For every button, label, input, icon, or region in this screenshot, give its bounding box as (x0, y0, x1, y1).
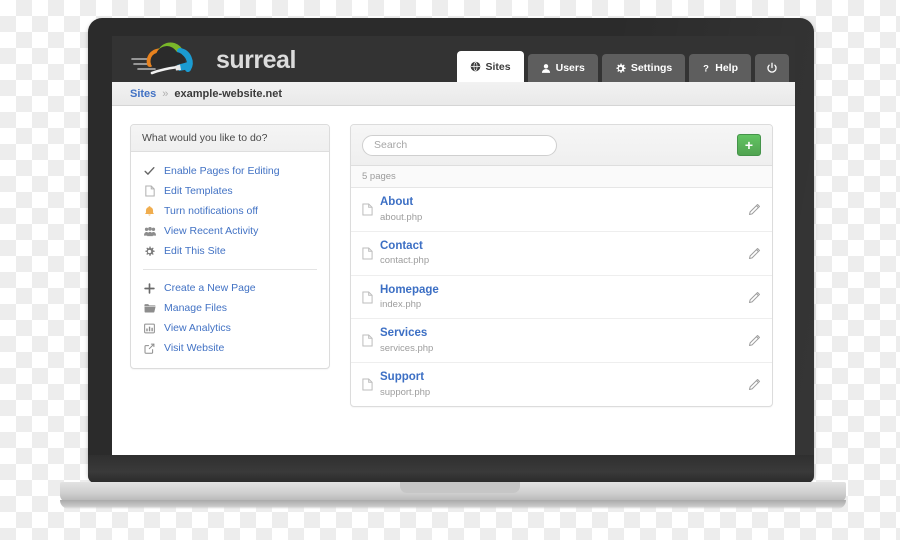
action-label: Edit Templates (164, 185, 233, 197)
globe-icon (470, 61, 481, 72)
users-group-icon (143, 226, 156, 237)
pages-count-label: 5 pages (351, 166, 772, 188)
action-edit-this-site[interactable]: Edit This Site (131, 241, 329, 261)
tab-users-label: Users (555, 62, 585, 74)
svg-text:?: ? (703, 63, 709, 74)
action-manage-files[interactable]: Manage Files (131, 298, 329, 318)
power-icon (766, 62, 778, 74)
page-info: Support support.php (380, 370, 745, 399)
laptop-base-shadow (60, 500, 846, 509)
page-title[interactable]: Services (380, 327, 427, 339)
page-title[interactable]: Homepage (380, 284, 439, 296)
page-filename: index.php (380, 299, 422, 311)
action-label: Turn notifications off (164, 205, 258, 217)
primary-nav-tabs: Sites Users Settings ? Help (456, 51, 789, 82)
question-mark-icon: ? (702, 63, 710, 74)
file-icon (362, 334, 380, 347)
actions-divider (143, 269, 317, 270)
page-title[interactable]: Contact (380, 240, 423, 252)
action-label: View Recent Activity (164, 225, 259, 237)
tab-settings-label: Settings (630, 62, 673, 74)
action-label: View Analytics (164, 322, 231, 334)
action-visit-website[interactable]: Visit Website (131, 338, 329, 358)
check-icon (143, 166, 156, 176)
table-row[interactable]: Services services.php (351, 319, 772, 364)
action-label: Create a New Page (164, 282, 256, 294)
file-icon (362, 291, 380, 304)
tab-help-label: Help (715, 62, 738, 74)
browser-screen: surreal Sites Users Settings ? Help Site… (112, 36, 795, 460)
page-filename: services.php (380, 342, 434, 354)
actions-card: What would you like to do? Enable Pages … (130, 124, 330, 369)
pages-panel: + 5 pages About about.php (350, 124, 773, 408)
page-info: Contact contact.php (380, 239, 745, 268)
action-label: Enable Pages for Editing (164, 165, 280, 177)
gear-icon (615, 63, 626, 74)
laptop-hinge (88, 455, 814, 483)
folder-icon (143, 303, 156, 313)
actions-card-heading: What would you like to do? (131, 125, 329, 152)
action-view-recent-activity[interactable]: View Recent Activity (131, 221, 329, 241)
page-title[interactable]: About (380, 196, 413, 208)
file-icon (362, 378, 380, 391)
page-body: What would you like to do? Enable Pages … (112, 106, 795, 460)
pencil-icon[interactable] (745, 247, 761, 260)
plus-icon: + (744, 137, 754, 153)
pages-panel-toolbar: + (351, 125, 772, 166)
action-edit-templates[interactable]: Edit Templates (131, 181, 329, 201)
add-page-button[interactable]: + (737, 134, 761, 156)
search-input[interactable] (362, 134, 557, 156)
table-row[interactable]: Homepage index.php (351, 276, 772, 320)
laptop-mockup: surreal Sites Users Settings ? Help Site… (0, 0, 900, 540)
plus-icon (143, 282, 156, 294)
chart-icon (143, 323, 156, 334)
tab-sites-label: Sites (485, 60, 511, 73)
brand-logo[interactable]: surreal (130, 40, 296, 80)
gear-icon (143, 246, 156, 257)
app-header: surreal Sites Users Settings ? Help (112, 36, 795, 82)
file-icon (362, 247, 380, 260)
action-label: Visit Website (164, 342, 225, 354)
power-button[interactable] (755, 54, 789, 82)
action-create-a-new-page[interactable]: Create a New Page (131, 278, 329, 298)
table-row[interactable]: Support support.php (351, 363, 772, 406)
action-enable-pages-for-editing[interactable]: Enable Pages for Editing (131, 161, 329, 181)
action-view-analytics[interactable]: View Analytics (131, 318, 329, 338)
brand-name: surreal (216, 45, 296, 74)
laptop-base-notch (400, 482, 520, 493)
tab-users[interactable]: Users (527, 54, 598, 82)
bell-icon (143, 205, 156, 217)
tab-settings[interactable]: Settings (601, 54, 686, 82)
page-info: About about.php (380, 195, 745, 224)
action-label: Manage Files (164, 302, 228, 314)
breadcrumb-root[interactable]: Sites (130, 88, 156, 100)
user-icon (541, 63, 551, 74)
breadcrumb-current: example-website.net (174, 87, 283, 100)
pencil-icon[interactable] (745, 334, 761, 347)
actions-list: Enable Pages for Editing Edit Templates … (131, 152, 329, 368)
page-filename: support.php (380, 386, 431, 398)
breadcrumb: Sites » example-website.net (112, 82, 795, 106)
tab-help[interactable]: ? Help (689, 54, 751, 82)
page-info: Homepage index.php (380, 283, 745, 312)
action-label: Edit This Site (164, 245, 226, 257)
page-filename: about.php (380, 211, 423, 223)
action-turn-notifications-off[interactable]: Turn notifications off (131, 201, 329, 221)
external-link-icon (143, 343, 156, 354)
pencil-icon[interactable] (745, 291, 761, 304)
page-title[interactable]: Support (380, 371, 424, 383)
pencil-icon[interactable] (745, 378, 761, 391)
page-filename: contact.php (380, 255, 430, 267)
document-icon (143, 185, 156, 197)
cloud-paintbrush-logo-icon (130, 40, 208, 80)
tab-sites[interactable]: Sites (456, 51, 524, 82)
file-icon (362, 203, 380, 216)
table-row[interactable]: Contact contact.php (351, 232, 772, 276)
breadcrumb-separator: » (162, 87, 169, 100)
pencil-icon[interactable] (745, 203, 761, 216)
page-info: Services services.php (380, 326, 745, 355)
table-row[interactable]: About about.php (351, 188, 772, 232)
